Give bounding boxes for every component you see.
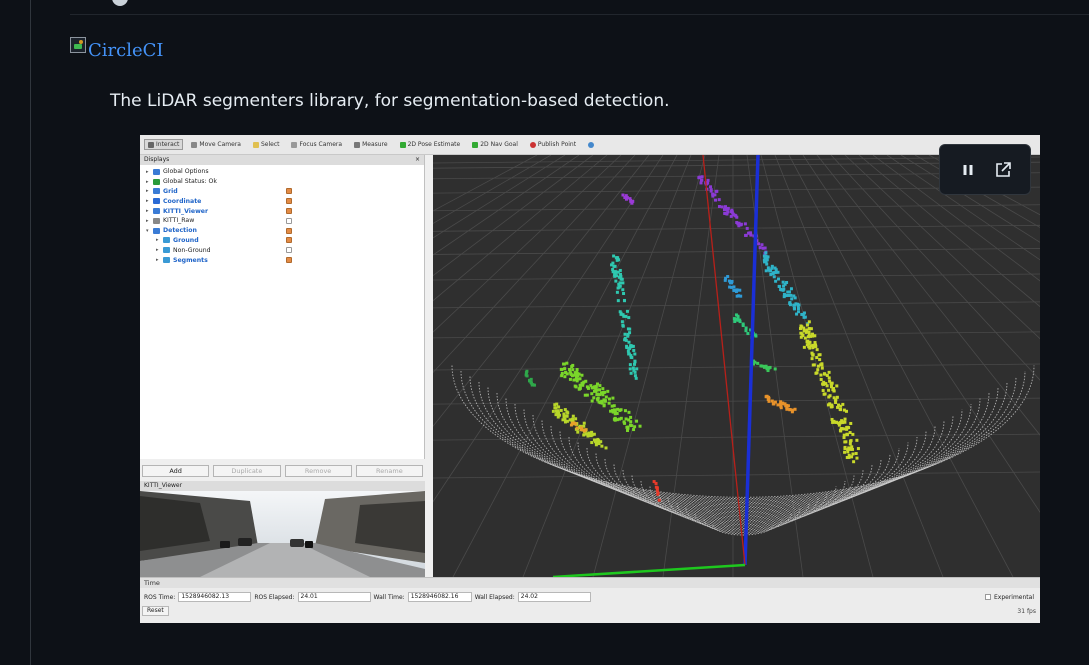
library-description: The LiDAR segmenters library, for segmen… [110, 91, 670, 111]
experimental-checkbox: Experimental [984, 594, 1034, 601]
expand-arrow-icon: ▸ [146, 217, 149, 224]
display-item-label: Coordinate [163, 197, 202, 205]
display-item: ▸ KITTI_Raw [146, 216, 292, 226]
display-item: ▸ Grid [146, 187, 292, 197]
display-type-icon [153, 227, 160, 234]
display-type-icon [153, 198, 160, 205]
external-link-icon [995, 161, 1011, 177]
tool-pose-estimate: 2D Pose Estimate [396, 139, 465, 150]
display-item-label: Non-Ground [173, 246, 211, 254]
time-header: Time [140, 578, 1040, 588]
wall-elapsed-value: 24.02 [517, 592, 591, 602]
remove-button: Remove [284, 465, 352, 477]
displays-buttons: Add Duplicate Remove Rename [140, 465, 425, 479]
display-type-icon [153, 217, 160, 224]
display-type-icon [153, 168, 160, 175]
wall-time-label: Wall Time: [373, 593, 405, 601]
3d-viewport [140, 154, 1040, 579]
display-item: ▸ Global Status: Ok [146, 177, 292, 187]
display-item-label: Segments [173, 256, 208, 264]
display-item-label: Ground [173, 236, 199, 244]
tool-select: Select [249, 139, 284, 150]
display-enabled-checkbox [286, 237, 292, 244]
pause-button[interactable] [955, 157, 981, 183]
expand-arrow-icon: ▸ [146, 198, 149, 205]
animation-controls [939, 144, 1031, 195]
tool-interact: Interact [144, 139, 184, 150]
tool-focus-camera: Focus Camera [287, 139, 346, 150]
tool-measure: Measure [350, 139, 392, 150]
add-button: Add [142, 465, 210, 477]
ros-time-value: 1528946082.13 [178, 592, 252, 602]
display-enabled-checkbox [286, 198, 292, 205]
left-border [30, 0, 31, 665]
header-divider [70, 14, 1089, 15]
street-camera-image [140, 491, 425, 577]
time-readouts: ROS Time: 1528946082.13 ROS Elapsed: 24.… [140, 590, 1040, 604]
avatar-edge [112, 0, 128, 6]
display-type-icon [153, 188, 160, 195]
reset-button: Reset [142, 606, 169, 616]
display-enabled-checkbox [286, 247, 292, 254]
time-panel: Time ROS Time: 1528946082.13 ROS Elapsed… [140, 577, 1040, 623]
tool-publish-point: Publish Point [526, 139, 580, 150]
tool-move-camera: Move Camera [187, 139, 245, 150]
display-type-icon [163, 237, 170, 244]
display-item: ▸ KITTI_Viewer [146, 206, 292, 216]
display-item: ▸ Global Options [146, 167, 292, 177]
kitti-viewer-panel: KITTI_Viewer [140, 481, 425, 577]
display-item-label: Global Options [163, 168, 209, 176]
display-item-label: KITTI_Raw [163, 217, 195, 225]
lidar-point-cloud-scene [140, 154, 1040, 579]
tool-add-icon [584, 140, 598, 150]
expand-arrow-icon: ▸ [156, 237, 159, 244]
duplicate-button: Duplicate [213, 465, 281, 477]
display-item-label: Detection [163, 227, 197, 235]
rename-button: Rename [355, 465, 423, 477]
display-item-label: Global Status: Ok [163, 178, 217, 186]
expand-arrow-icon: ▾ [146, 227, 149, 234]
display-type-icon [153, 208, 160, 215]
display-enabled-checkbox [286, 208, 292, 215]
expand-arrow-icon: ▸ [146, 208, 149, 215]
displays-panel: Displays × ▸ Global Options ▸ Global Status:… [140, 155, 425, 459]
display-enabled-checkbox [286, 257, 292, 264]
ros-elapsed-value: 24.01 [297, 592, 371, 602]
display-type-icon [163, 247, 170, 254]
ros-elapsed-label: ROS Elapsed: [254, 593, 295, 601]
expand-arrow-icon: ▸ [146, 178, 149, 185]
ros-time-label: ROS Time: [144, 593, 176, 601]
display-item: ▸ Non-Ground [146, 245, 292, 255]
display-enabled-checkbox [286, 217, 292, 224]
display-item: ▸ Segments [146, 255, 292, 265]
displays-tree: ▸ Global Options ▸ Global Status: Ok ▸ Grid ▸ C… [140, 165, 424, 265]
display-enabled-checkbox [286, 227, 292, 234]
display-item-label: Grid [163, 187, 178, 195]
expand-arrow-icon: ▸ [156, 257, 159, 264]
open-external-button[interactable] [990, 157, 1016, 183]
display-type-icon [163, 257, 170, 264]
display-enabled-checkbox [286, 188, 292, 195]
displays-header: Displays × [140, 155, 424, 165]
circleci-badge-link[interactable]: CircleCI [70, 36, 164, 61]
rviz-animated-screenshot[interactable]: Interact Move Camera Select Focus Camera… [140, 135, 1040, 623]
tool-nav-goal: 2D Nav Goal [468, 139, 522, 150]
display-item: ▸ Ground [146, 236, 292, 246]
kitti-viewer-header: KITTI_Viewer [140, 481, 425, 491]
pause-icon [963, 164, 972, 175]
expand-arrow-icon: ▸ [146, 188, 149, 195]
expand-arrow-icon: ▸ [146, 168, 149, 175]
display-item: ▾ Detection [146, 226, 292, 236]
broken-image-icon [70, 37, 86, 53]
display-item-label: KITTI_Viewer [163, 207, 209, 215]
circleci-badge-alt: CircleCI [88, 40, 164, 61]
wall-elapsed-label: Wall Elapsed: [474, 593, 515, 601]
display-type-icon [153, 178, 160, 185]
display-item: ▸ Coordinate [146, 196, 292, 206]
fps-readout: 31 fps [1017, 607, 1036, 615]
rviz-toolbar: Interact Move Camera Select Focus Camera… [140, 135, 1040, 155]
wall-time-value: 1528946082.16 [407, 592, 472, 602]
expand-arrow-icon: ▸ [156, 247, 159, 254]
